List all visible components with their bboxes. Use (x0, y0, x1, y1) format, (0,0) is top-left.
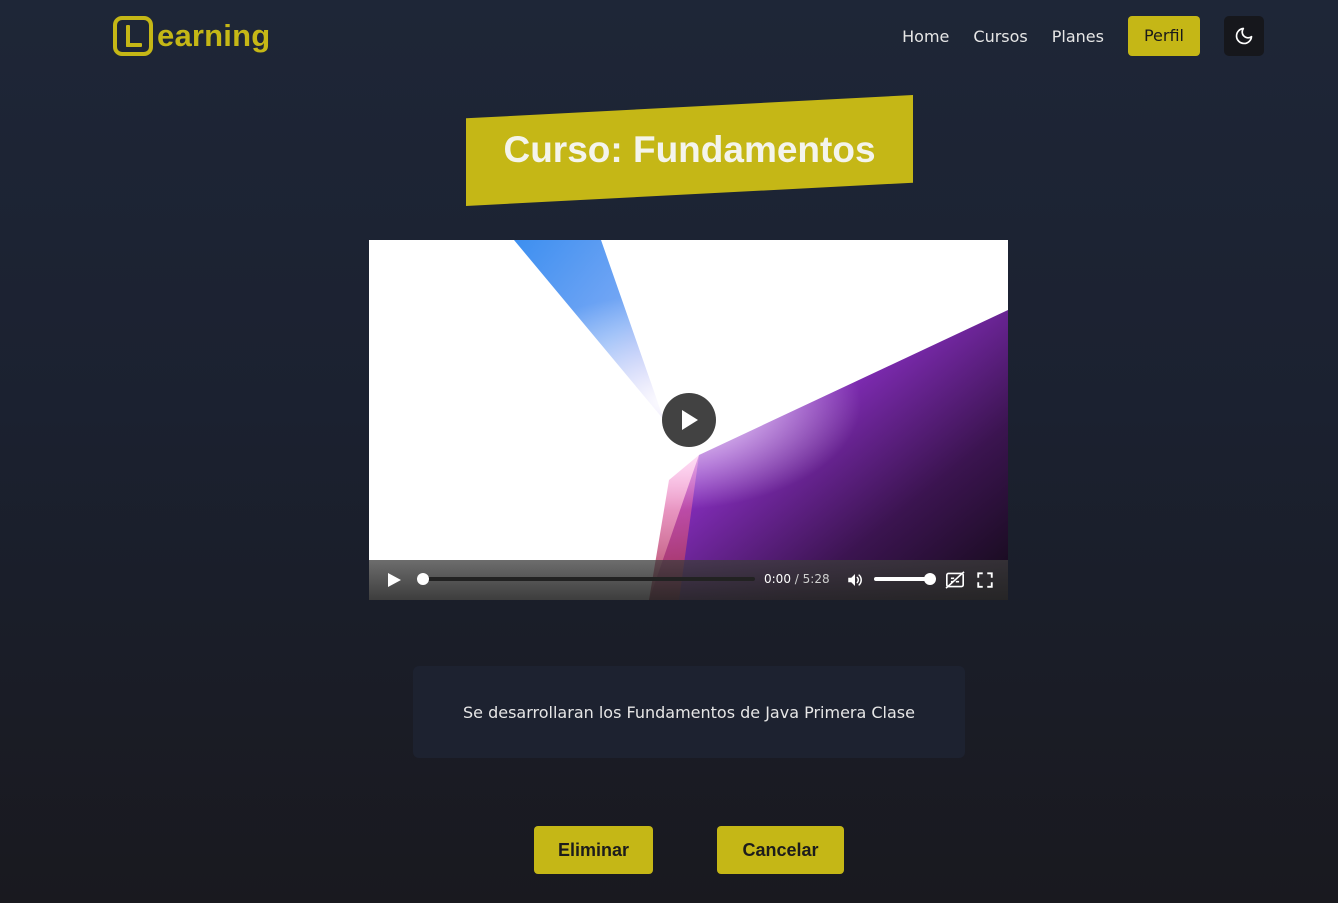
moon-icon (1235, 27, 1253, 45)
delete-button[interactable]: Eliminar (534, 826, 653, 874)
fullscreen-icon[interactable] (976, 571, 994, 589)
page-title: Curso: Fundamentos (503, 129, 876, 170)
logo-l-icon (113, 16, 153, 56)
seek-bar[interactable] (417, 573, 755, 585)
video-player[interactable]: 0:00 / 5:28 (369, 240, 1008, 600)
theme-toggle-button[interactable] (1224, 16, 1264, 56)
captions-off-icon[interactable] (945, 571, 965, 589)
navbar: earning Home Cursos Planes Perfil (0, 0, 1338, 72)
duration: 5:28 (802, 572, 830, 586)
nav-links: Home Cursos Planes Perfil (902, 16, 1264, 56)
cancel-button[interactable]: Cancelar (717, 826, 844, 874)
course-description-card: Se desarrollaran los Fundamentos de Java… (413, 666, 965, 758)
nav-link-planes[interactable]: Planes (1052, 27, 1104, 46)
course-description: Se desarrollaran los Fundamentos de Java… (463, 702, 915, 722)
volume-knob[interactable] (924, 573, 936, 585)
current-time: 0:00 (764, 572, 791, 586)
time-separator: / (794, 572, 799, 586)
play-icon (682, 410, 698, 430)
course-title-banner: Curso: Fundamentos (466, 95, 913, 206)
nav-link-cursos[interactable]: Cursos (973, 27, 1027, 46)
brand-name: earning (157, 18, 271, 53)
volume-icon[interactable] (846, 571, 864, 589)
time-display: 0:00 / 5:28 (764, 572, 830, 586)
brand-logo[interactable]: earning (113, 16, 270, 56)
video-controls: 0:00 / 5:28 (369, 560, 1008, 600)
play-icon[interactable] (385, 572, 403, 588)
profile-button[interactable]: Perfil (1127, 16, 1200, 56)
nav-link-home[interactable]: Home (902, 27, 949, 46)
seek-knob[interactable] (417, 573, 429, 585)
volume-slider[interactable] (874, 573, 936, 585)
big-play-button[interactable] (662, 393, 716, 447)
